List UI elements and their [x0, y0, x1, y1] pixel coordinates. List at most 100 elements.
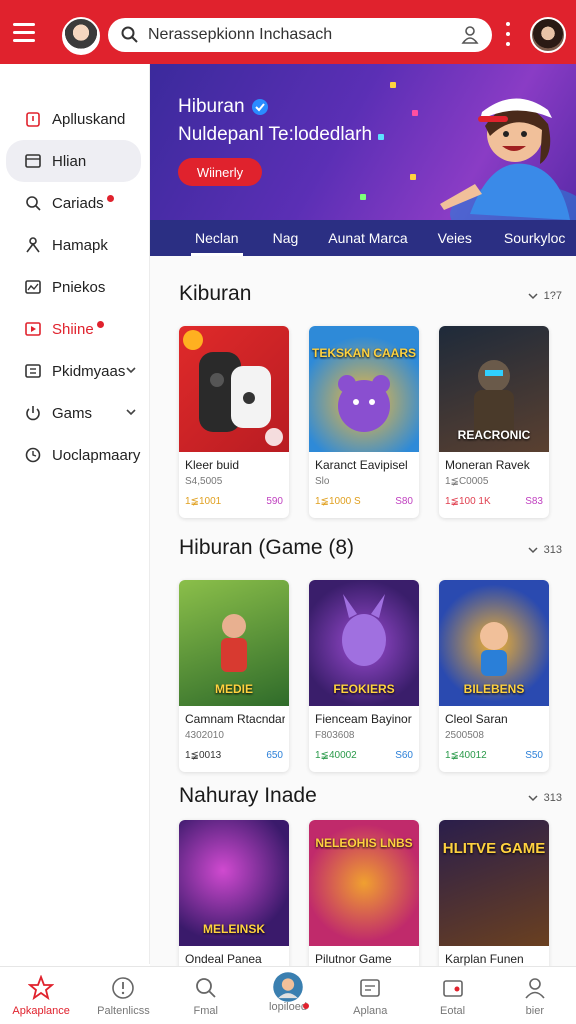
search-icon	[26, 196, 41, 211]
confetti	[410, 174, 416, 180]
sidebar-item-pniekos[interactable]: Pniekos	[6, 266, 141, 308]
tab-veies[interactable]: Veies	[438, 220, 472, 256]
hero-banner[interactable]: Hiburan Nuldepanl Te:lodedlarh Wiinerly	[150, 64, 576, 220]
search-icon	[121, 26, 138, 43]
confetti	[412, 110, 418, 116]
section-more[interactable]: 1?7	[528, 290, 562, 302]
app-price: 1≨40012	[445, 750, 487, 761]
nav-label: Fmal	[193, 1005, 218, 1017]
nav-label: Aplana	[353, 1005, 388, 1017]
app-card[interactable]: BILEBENS Cleol Saran 2500508 1≨40012 S50	[439, 580, 549, 772]
tab-aunat-marca[interactable]: Aunat Marca	[328, 220, 407, 256]
hamburger-menu-icon[interactable]	[0, 0, 48, 64]
app-size: S50	[525, 750, 543, 761]
app-price: 1≨100 1K	[445, 496, 491, 507]
avatar-icon	[273, 972, 303, 1002]
sidebar-item-pkidmyaas[interactable]: Pkidmyaas	[6, 350, 141, 392]
tab-sourkyloc[interactable]: Sourkyloc	[504, 220, 565, 256]
nav-lopiloed[interactable]: lopiloed	[247, 967, 329, 1024]
app-thumbnail: MEDIE	[179, 580, 289, 706]
app-card[interactable]: HLITVE GAME Karplan Funen	[439, 820, 549, 966]
app-subtitle: S4,5005	[185, 476, 223, 487]
person-icon	[525, 978, 545, 999]
window-icon	[25, 154, 41, 168]
verified-badge-icon	[251, 99, 268, 115]
app-name: Karanct Eavipisel	[315, 458, 408, 472]
nav-bier[interactable]: bier	[494, 967, 576, 1024]
sidebar-item-label: Aplluskand	[52, 110, 126, 128]
app-name: Kleer buid	[185, 458, 240, 472]
sidebar-item-label: Uoclapmaary	[52, 446, 141, 464]
banner-title-text: Hiburan	[178, 96, 245, 117]
nav-fmal[interactable]: Fmal	[165, 967, 247, 1024]
app-logo-avatar[interactable]	[62, 17, 100, 55]
nav-label: Paltenlicss	[97, 1005, 150, 1017]
app-card[interactable]: NELEOHIS LNBS Pilutnor Game	[309, 820, 419, 966]
main-content: Kiburan 1?7 Kleer buid S4,5005 1≨1001 59…	[150, 256, 576, 966]
user-avatar[interactable]	[530, 17, 566, 53]
tab-nag[interactable]: Nag	[273, 220, 299, 256]
search-bar[interactable]: Nerassepkionn Inchasach	[108, 18, 492, 52]
app-size: S60	[395, 750, 413, 761]
more-options-icon[interactable]	[500, 22, 516, 46]
section-more[interactable]: 313	[528, 792, 562, 804]
app-card[interactable]: TEKSKAN CAARS Karanct Eavipisel Slo 1≨10…	[309, 326, 419, 518]
section-kiburan: Kiburan 1?7 Kleer buid S4,5005 1≨1001 59…	[150, 282, 576, 518]
app-thumbnail: NELEOHIS LNBS	[309, 820, 419, 946]
sidebar-item-aplluskand[interactable]: Aplluskand	[6, 98, 141, 140]
sidebar-item-label: Pkidmyaas	[52, 362, 126, 380]
app-card[interactable]: REACRONIC Moneran Ravek 1≨C0005 1≨100 1K…	[439, 326, 549, 518]
clock-icon	[25, 447, 41, 463]
app-size: 650	[266, 750, 283, 761]
chevron-down-icon[interactable]	[125, 364, 137, 376]
banner-cta-button[interactable]: Wiinerly	[178, 158, 262, 186]
nav-aplana[interactable]: Aplana	[329, 967, 411, 1024]
sidebar-item-hamapk[interactable]: Hamapk	[6, 224, 141, 266]
person-icon[interactable]	[460, 25, 480, 45]
app-size: S83	[525, 496, 543, 507]
tab-neclan[interactable]: Neclan	[191, 220, 243, 256]
section-title: Hiburan (Game (8)	[179, 536, 355, 559]
sidebar-item-label: Hlian	[52, 152, 87, 170]
sidebar-item-shiine[interactable]: Shiine	[6, 308, 141, 350]
app-card[interactable]: MEDIE Camnam Rtacndar 4302010 1≨0013 650	[179, 580, 289, 772]
nav-eotal[interactable]: Eotal	[411, 967, 493, 1024]
app-card[interactable]: MELEINSK Ondeal Panea	[179, 820, 289, 966]
bottom-navigation: Apkaplance Paltenlicss Fmal lopiloed Apl…	[0, 966, 576, 1024]
nav-label: Apkaplance	[12, 1005, 70, 1017]
nav-apkaplance[interactable]: Apkaplance	[0, 967, 82, 1024]
search-input[interactable]: Nerassepkionn Inchasach	[148, 26, 460, 44]
app-thumbnail: REACRONIC	[439, 326, 549, 452]
art-title: MELEINSK	[202, 922, 265, 936]
nav-label: bier	[525, 1005, 544, 1017]
nav-label: Eotal	[440, 1005, 466, 1017]
sidebar-item-label: Pniekos	[52, 278, 106, 296]
sidebar-item-gams[interactable]: Gams	[6, 392, 141, 434]
card-row: MELEINSK Ondeal Panea NELEOHIS LNBS Pilu…	[179, 820, 549, 966]
notification-dot	[96, 320, 104, 328]
chart-icon	[25, 280, 41, 294]
app-size: 590	[266, 496, 283, 507]
app-name: Ondeal Panea	[185, 952, 262, 966]
chevron-down-icon[interactable]	[125, 406, 137, 418]
nav-paltenlicss[interactable]: Paltenlicss	[82, 967, 164, 1024]
app-thumbnail: BILEBENS	[439, 580, 549, 706]
sidebar-item-label: Cariads	[52, 194, 104, 212]
bear-illustration	[338, 375, 390, 432]
confetti	[378, 134, 384, 140]
art-title: MEDIE	[214, 682, 253, 696]
sidebar-item-hlian[interactable]: Hlian	[6, 140, 141, 182]
app-card[interactable]: FEOKIERS Fienceam Bayinor F803608 1≨4000…	[309, 580, 419, 772]
sidebar-item-cariads[interactable]: Cariads	[6, 182, 141, 224]
sidebar-item-uoclapmaary[interactable]: Uoclapmaary	[6, 434, 141, 476]
alert-icon	[112, 977, 135, 999]
notification-dot	[106, 194, 114, 202]
section-hiburan-game: Hiburan (Game (8) 313 MEDIE Camnam Rtacn…	[150, 536, 576, 772]
section-more[interactable]: 313	[528, 544, 562, 556]
art-title: FEOKIERS	[333, 682, 395, 696]
app-price: 1≨0013	[185, 750, 222, 761]
chevron-down-icon	[528, 795, 538, 802]
app-price: 1≨1000 S	[315, 496, 361, 507]
app-subtitle: 4302010	[185, 730, 224, 741]
app-card[interactable]: Kleer buid S4,5005 1≨1001 590	[179, 326, 289, 518]
